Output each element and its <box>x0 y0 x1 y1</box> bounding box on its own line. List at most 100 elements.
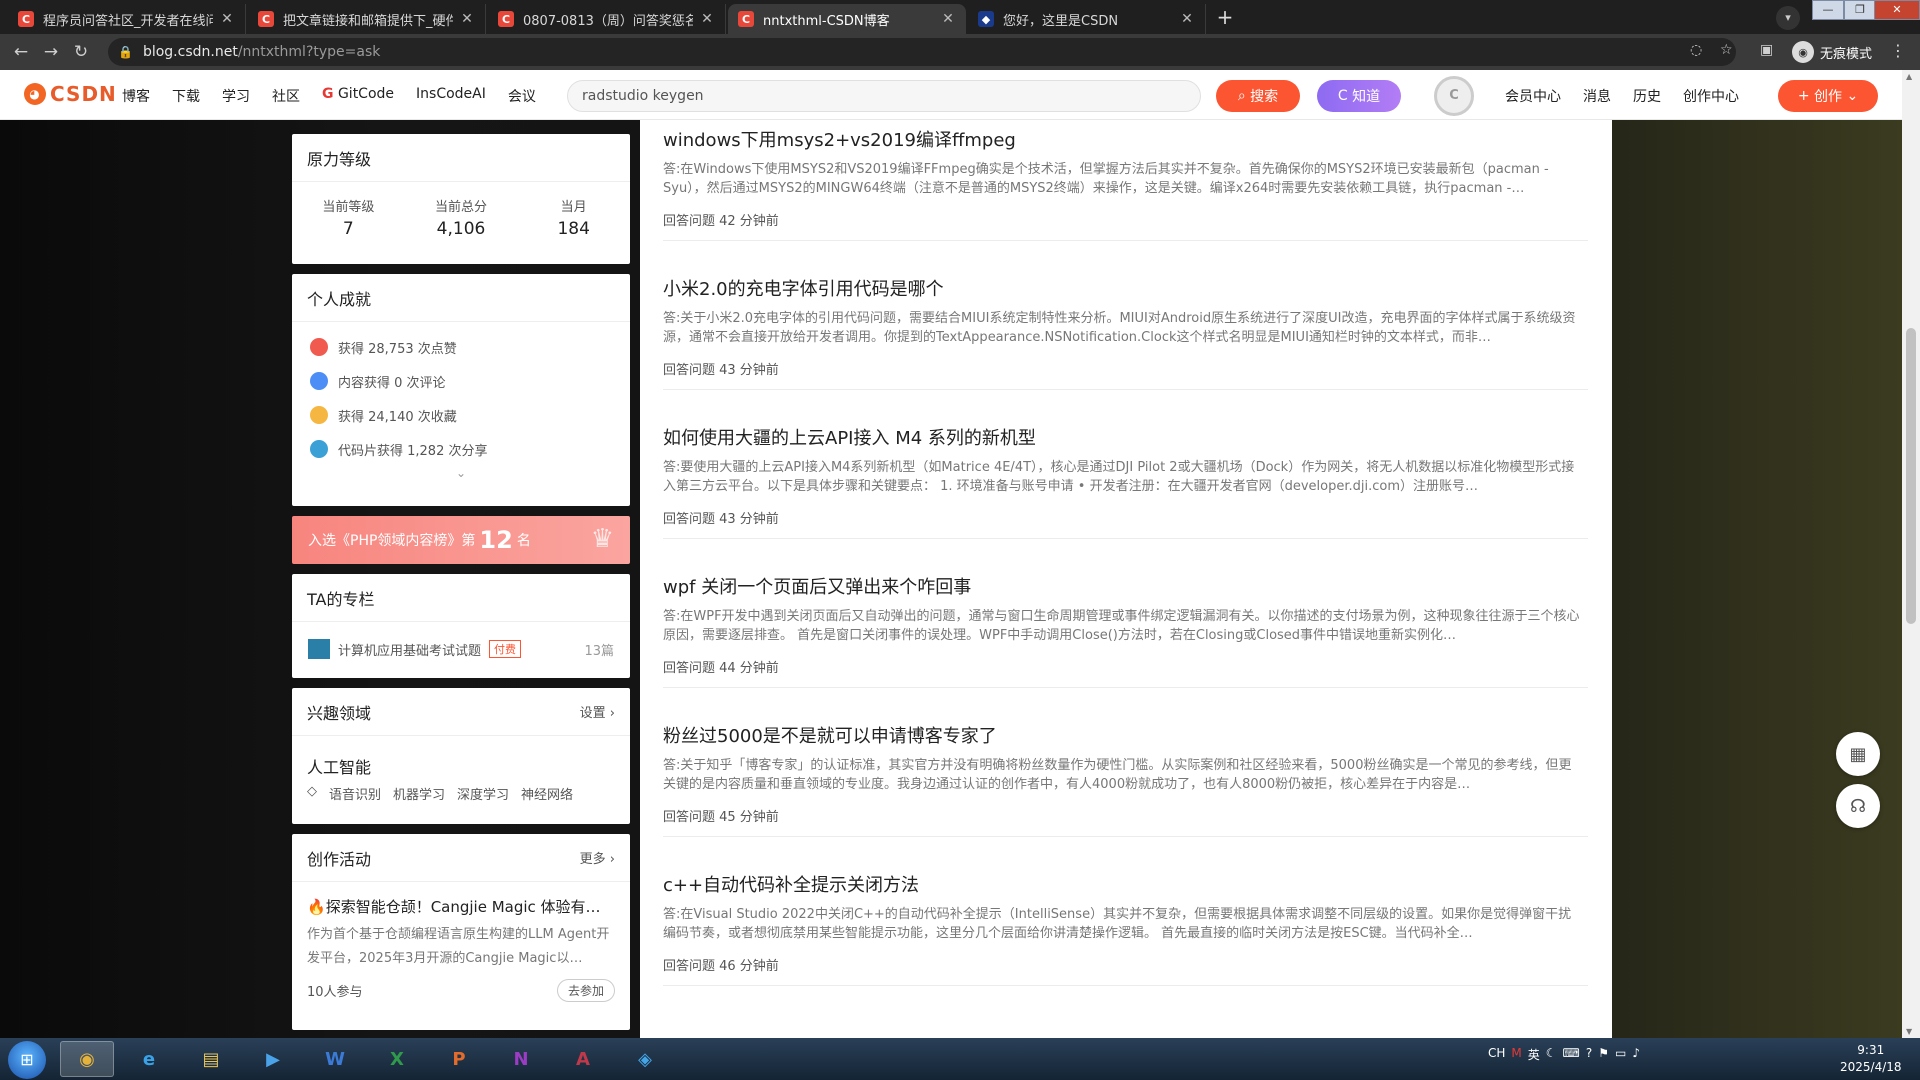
scrollbar-thumb[interactable] <box>1906 328 1916 624</box>
activity-more-link[interactable]: 更多 › <box>580 848 615 867</box>
close-icon[interactable]: ✕ <box>459 11 475 27</box>
ai-icon: ◆ <box>978 11 994 27</box>
reload-icon[interactable]: ↻ <box>66 42 96 62</box>
question-title[interactable]: wpf 关闭一个页面后又弹出来个咋回事 <box>663 573 1588 599</box>
onenote-icon[interactable]: N <box>494 1041 548 1077</box>
close-icon[interactable]: ✕ <box>940 11 956 27</box>
browser-tab[interactable]: C 0807-0813（周）问答奖惩名单 ✕ <box>488 4 726 34</box>
lock-icon: 🔒 <box>118 45 133 59</box>
excel-icon[interactable]: X <box>370 1041 424 1077</box>
qrcode-icon[interactable]: ▦ <box>1836 732 1880 776</box>
help-icon[interactable]: ? <box>1586 1046 1592 1063</box>
csdn-logo[interactable]: ◕ CSDN <box>24 82 117 106</box>
nav-meeting[interactable]: 会议 <box>508 86 536 106</box>
ime-icon[interactable]: M <box>1511 1046 1521 1063</box>
level-stat[interactable]: 当前等级 7 <box>292 196 405 239</box>
close-icon[interactable]: ✕ <box>219 11 235 27</box>
question-title[interactable]: windows下用msys2+vs2019编译ffmpeg <box>663 126 1588 152</box>
interest-tag[interactable]: 深度学习 <box>457 784 509 803</box>
activity-title[interactable]: 🔥探索智能仓颉！Cangjie Magic 体验有… <box>292 882 630 923</box>
interest-tags: ◇ 语音识别 机器学习 深度学习 神经网络 <box>292 784 630 803</box>
incognito-indicator[interactable]: ◉ 无痕模式 <box>1792 40 1872 64</box>
close-icon[interactable]: ✕ <box>1179 11 1195 27</box>
nav-messages[interactable]: 消息 <box>1583 86 1611 106</box>
interest-settings-link[interactable]: 设置 › <box>580 702 615 721</box>
browser-tab[interactable]: ◆ 您好，这里是CSDN ✕ <box>968 4 1206 34</box>
rank-banner[interactable]: 入选《PHP领域内容榜》第 12 名 ♛ <box>292 516 630 564</box>
explorer-icon[interactable]: ▤ <box>184 1041 238 1077</box>
level-stat[interactable]: 当前总分 4,106 <box>405 196 518 239</box>
window-close-button[interactable]: ✕ <box>1874 0 1920 20</box>
answer-meta: 回答问题 45 分钟前 <box>663 810 779 825</box>
columns-card: TA的专栏 计算机应用基础考试试题 付费 13篇 <box>292 574 630 678</box>
back-icon[interactable]: ← <box>6 42 36 62</box>
browser-tab[interactable]: C 把文章链接和邮箱提供下_硬件开 ✕ <box>248 4 486 34</box>
nav-creator-center[interactable]: 创作中心 <box>1683 86 1739 106</box>
browser-menu-icon[interactable]: ⋮ <box>1890 41 1906 60</box>
close-icon[interactable]: ✕ <box>699 11 715 27</box>
question-title[interactable]: 小米2.0的充电字体引用代码是哪个 <box>663 275 1588 301</box>
keyboard-icon[interactable]: ⌨ <box>1563 1046 1580 1063</box>
question-title[interactable]: 粉丝过5000是不是就可以申请博客专家了 <box>663 722 1588 748</box>
answer-meta: 回答问题 46 分钟前 <box>663 959 779 974</box>
column-item[interactable]: 计算机应用基础考试试题 付费 13篇 <box>292 622 630 676</box>
search-button[interactable]: ⌕ 搜索 <box>1216 80 1300 112</box>
nav-vip-center[interactable]: 会员中心 <box>1505 86 1561 106</box>
address-bar[interactable]: 🔒 blog.csdn.net/nntxthml?type=ask <box>108 38 1736 66</box>
scroll-down-icon[interactable]: ▼ <box>1906 1027 1912 1036</box>
powerpoint-icon[interactable]: P <box>432 1041 486 1077</box>
join-button[interactable]: 去参加 <box>556 979 615 1002</box>
user-nav: 会员中心 消息 历史 创作中心 <box>1505 86 1739 106</box>
main-nav: 博客 下载 学习 社区 G GitCode InsCodeAI 会议 <box>122 86 536 106</box>
tab-search-button[interactable]: ▾ <box>1776 6 1800 30</box>
word-icon[interactable]: W <box>308 1041 362 1077</box>
browser-tab[interactable]: C 程序员问答社区_开发者在线问题 ✕ <box>8 4 246 34</box>
start-button[interactable]: ⊞ <box>8 1041 46 1079</box>
nav-history[interactable]: 历史 <box>1633 86 1661 106</box>
browser-tab-active[interactable]: Cnntxthml-CSDN博客 ✕ <box>728 4 966 34</box>
expand-icon[interactable]: ⌄ <box>292 466 630 480</box>
restore-button[interactable]: ❐ <box>1844 0 1876 20</box>
level-stat[interactable]: 当月 184 <box>517 196 630 239</box>
bookmark-star-icon[interactable]: ☆ <box>1720 42 1733 58</box>
question-title[interactable]: 如何使用大疆的上云API接入 M4 系列的新机型 <box>663 424 1588 450</box>
clock[interactable]: 9:31 2025/4/18 <box>1840 1042 1902 1076</box>
page-scrollbar[interactable]: ▲ ▼ <box>1902 70 1920 1038</box>
zhidao-button[interactable]: C 知道 <box>1317 80 1401 112</box>
nav-blog[interactable]: 博客 <box>122 86 150 106</box>
nav-inscodeai[interactable]: InsCodeAI <box>416 86 486 106</box>
csdn-icon: C <box>738 11 754 27</box>
access-icon[interactable]: A <box>556 1041 610 1077</box>
ime-mode[interactable]: 英 <box>1528 1046 1540 1063</box>
scroll-up-icon[interactable]: ▲ <box>1906 72 1912 81</box>
nav-download[interactable]: 下载 <box>172 86 200 106</box>
chrome-icon[interactable]: ◉ <box>60 1041 114 1077</box>
volume-icon[interactable]: ♪ <box>1632 1046 1640 1063</box>
minimize-button[interactable]: — <box>1812 0 1844 20</box>
interest-tag[interactable]: 机器学习 <box>393 784 445 803</box>
flag-icon[interactable]: ⚑ <box>1598 1046 1609 1063</box>
achievement-item: 内容获得 0 次评论 <box>292 364 630 398</box>
activity-footer: 10人参与 去参加 <box>292 971 630 1010</box>
interest-tag[interactable]: 语音识别 <box>329 784 381 803</box>
language-indicator[interactable]: CH <box>1488 1046 1505 1063</box>
create-button[interactable]: + 创作 ⌄ <box>1778 80 1878 112</box>
side-panel-icon[interactable]: ▣ <box>1760 42 1773 58</box>
question-title[interactable]: c++自动代码补全提示关闭方法 <box>663 871 1588 897</box>
moon-icon[interactable]: ☾ <box>1546 1046 1557 1063</box>
nav-community[interactable]: 社区 <box>272 86 300 106</box>
network-icon[interactable]: ▭ <box>1615 1046 1626 1063</box>
nav-gitcode[interactable]: G GitCode <box>322 86 394 106</box>
nav-learn[interactable]: 学习 <box>222 86 250 106</box>
search-input[interactable] <box>567 80 1201 112</box>
eye-off-icon[interactable]: ◌ <box>1690 42 1702 58</box>
interest-tag[interactable]: 神经网络 <box>521 784 573 803</box>
avatar[interactable]: C <box>1434 76 1474 116</box>
forward-icon[interactable]: → <box>36 42 66 62</box>
ie-icon[interactable]: e <box>122 1041 176 1077</box>
answers-feed: windows下用msys2+vs2019编译ffmpeg 答:在Windows… <box>640 120 1612 1038</box>
qq-icon[interactable]: ◈ <box>618 1041 672 1077</box>
media-player-icon[interactable]: ▶ <box>246 1041 300 1077</box>
customer-service-icon[interactable]: ☊ <box>1836 784 1880 828</box>
new-tab-button[interactable]: + <box>1212 6 1238 30</box>
